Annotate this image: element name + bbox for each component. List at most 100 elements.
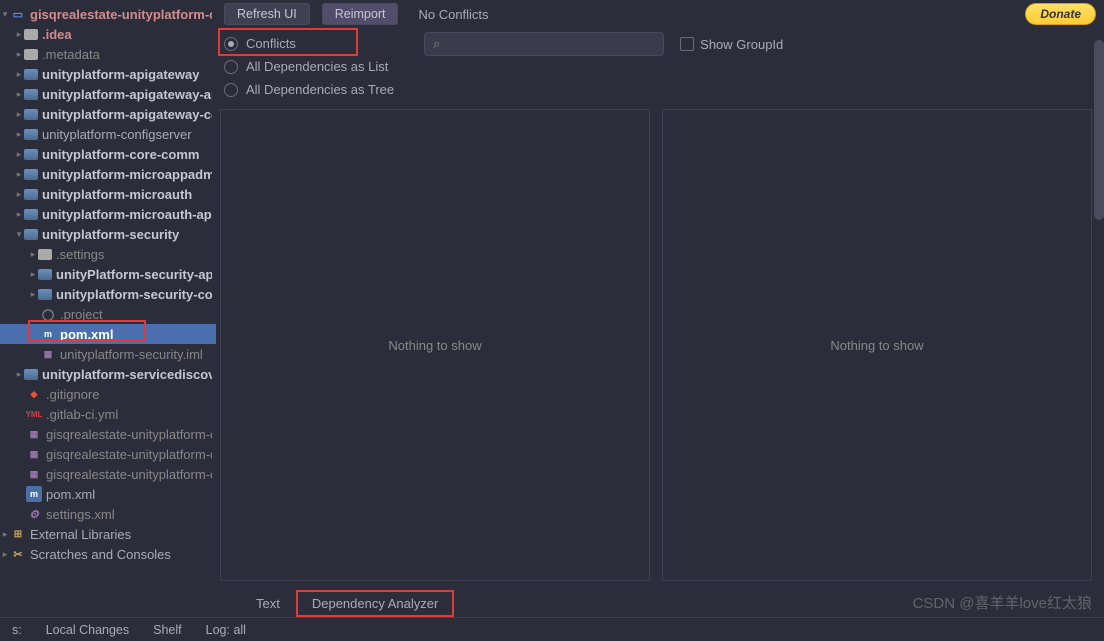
expand-icon[interactable]: ▸ <box>14 169 24 180</box>
no-conflicts-label: No Conflicts <box>418 7 488 22</box>
expand-icon[interactable]: ▸ <box>14 369 24 380</box>
tree-item[interactable]: YML .gitlab-ci.yml <box>0 404 216 424</box>
tree-item[interactable]: ▦ gisqrealestate-unityplatform-c <box>0 464 216 484</box>
filter-search-input[interactable]: ⌕ <box>424 32 664 56</box>
tree-label: .settings <box>56 247 104 262</box>
tab-dependency-analyzer[interactable]: Dependency Analyzer <box>296 590 454 617</box>
expand-icon[interactable]: ▸ <box>0 549 10 560</box>
module-folder-icon <box>24 169 38 180</box>
project-tree[interactable]: ▾ ▭ gisqrealestate-unityplatform-co ▸ .i… <box>0 0 216 617</box>
expand-icon[interactable]: ▸ <box>14 209 24 220</box>
radio-icon <box>224 60 238 74</box>
donate-button[interactable]: Donate <box>1025 3 1096 25</box>
tree-item[interactable]: ▸ unityplatform-core-comm <box>0 144 216 164</box>
tree-label: pom.xml <box>60 327 113 342</box>
expand-icon[interactable]: ▸ <box>14 89 24 100</box>
editor-area: Refresh UI Reimport No Conflicts Donate … <box>216 0 1104 617</box>
tree-label: gisqrealestate-unityplatform-c <box>46 447 212 462</box>
checkbox-label: Show GroupId <box>700 37 783 52</box>
tree-item-security[interactable]: ▾ unityplatform-security <box>0 224 216 244</box>
expand-icon[interactable]: ▾ <box>14 229 24 240</box>
module-folder-icon <box>24 89 38 100</box>
tree-item[interactable]: ▸ unityplatform-microauth <box>0 184 216 204</box>
log-tab[interactable]: Log: all <box>206 623 246 637</box>
iml-icon: ▦ <box>40 346 56 362</box>
tree-item[interactable]: ▸ unityplatform-apigateway-co <box>0 104 216 124</box>
dependency-detail-panel[interactable]: Nothing to show <box>662 109 1092 581</box>
file-icon: ◯ <box>40 306 56 322</box>
radio-dep-tree[interactable]: All Dependencies as Tree <box>224 82 394 97</box>
view-radio-group: Conflicts All Dependencies as List All D… <box>224 32 394 97</box>
tree-item[interactable]: ▦ gisqrealestate-unityplatform-c <box>0 444 216 464</box>
tree-item[interactable]: ▦ gisqrealestate-unityplatform-c <box>0 424 216 444</box>
radio-dep-list[interactable]: All Dependencies as List <box>224 59 394 74</box>
module-folder-icon <box>38 269 52 280</box>
expand-icon[interactable]: ▸ <box>14 49 24 60</box>
tree-item[interactable]: ▸ unityplatform-apigateway-ap <box>0 84 216 104</box>
tree-label: gisqrealestate-unityplatform-c <box>46 427 212 442</box>
module-folder-icon <box>38 289 52 300</box>
local-changes-tab[interactable]: Local Changes <box>46 623 129 637</box>
module-folder-icon <box>24 69 38 80</box>
tree-label: gisqrealestate-unityplatform-c <box>46 467 212 482</box>
tree-item[interactable]: ▸ unityplatform-servicediscove <box>0 364 216 384</box>
tree-item-pom[interactable]: m pom.xml <box>0 324 216 344</box>
module-folder-icon <box>24 209 38 220</box>
tree-label: unityplatform-security <box>42 227 179 242</box>
show-groupid-checkbox[interactable]: Show GroupId <box>680 37 783 52</box>
tree-label: unityplatform-configserver <box>42 127 192 142</box>
tree-label: unityplatform-servicediscove <box>42 367 212 382</box>
tree-item[interactable]: ▸ unityplatform-microappadm <box>0 164 216 184</box>
reimport-button[interactable]: Reimport <box>322 3 399 25</box>
empty-label: Nothing to show <box>830 338 923 353</box>
expand-icon[interactable]: ▸ <box>14 149 24 160</box>
dependency-list-panel[interactable]: Nothing to show <box>220 109 650 581</box>
folder-icon <box>38 249 52 260</box>
tree-item[interactable]: ▸ .idea <box>0 24 216 44</box>
tree-item[interactable]: ▸ unityplatform-apigateway <box>0 64 216 84</box>
expand-icon[interactable]: ▸ <box>14 129 24 140</box>
tree-item[interactable]: ▸ .settings <box>0 244 216 264</box>
refresh-ui-button[interactable]: Refresh UI <box>224 3 310 25</box>
tree-label: unityplatform-apigateway-ap <box>42 87 212 102</box>
expand-icon[interactable]: ▸ <box>0 529 10 540</box>
module-icon: ▭ <box>10 6 26 22</box>
expand-icon[interactable]: ▸ <box>28 249 38 260</box>
tree-root[interactable]: ▾ ▭ gisqrealestate-unityplatform-co <box>0 4 216 24</box>
tree-item[interactable]: ▸ unityPlatform-security-ap <box>0 264 216 284</box>
tree-item[interactable]: ▸ unityplatform-configserver <box>0 124 216 144</box>
tab-text[interactable]: Text <box>240 590 296 617</box>
tree-label: .gitignore <box>46 387 99 402</box>
expand-icon[interactable]: ▸ <box>14 29 24 40</box>
tree-external-libraries[interactable]: ▸ ⊞ External Libraries <box>0 524 216 544</box>
tree-item[interactable]: ▸ unityplatform-security-co <box>0 284 216 304</box>
tree-label: unityplatform-apigateway <box>42 67 199 82</box>
tree-item[interactable]: ⚙ settings.xml <box>0 504 216 524</box>
radio-label: All Dependencies as Tree <box>246 82 394 97</box>
tree-item[interactable]: ▦ unityplatform-security.iml <box>0 344 216 364</box>
radio-conflicts[interactable]: Conflicts <box>224 36 394 51</box>
tree-item[interactable]: ▸ .metadata <box>0 44 216 64</box>
tree-item[interactable]: ◆ .gitignore <box>0 384 216 404</box>
expand-icon[interactable]: ▸ <box>14 189 24 200</box>
tree-scratches[interactable]: ▸ ✂ Scratches and Consoles <box>0 544 216 564</box>
tree-label: .project <box>60 307 103 322</box>
expand-icon[interactable]: ▸ <box>28 269 38 280</box>
expand-icon[interactable]: ▸ <box>28 289 38 300</box>
shelf-tab[interactable]: Shelf <box>153 623 182 637</box>
tree-item[interactable]: m pom.xml <box>0 484 216 504</box>
tree-label: unityplatform-microappadm <box>42 167 212 182</box>
radio-icon <box>224 83 238 97</box>
expand-icon[interactable]: ▸ <box>14 69 24 80</box>
tree-item[interactable]: ▸ unityplatform-microauth-ap <box>0 204 216 224</box>
module-folder-icon <box>24 229 38 240</box>
vertical-scrollbar[interactable] <box>1094 40 1104 220</box>
expand-icon[interactable]: ▾ <box>0 9 10 20</box>
tree-item[interactable]: ◯ .project <box>0 304 216 324</box>
tree-label: .metadata <box>42 47 100 62</box>
vcs-label[interactable]: s: <box>12 623 22 637</box>
top-toolbar: Refresh UI Reimport No Conflicts Donate <box>216 0 1104 28</box>
tree-label: External Libraries <box>30 527 131 542</box>
expand-icon[interactable]: ▸ <box>14 109 24 120</box>
library-icon: ⊞ <box>10 526 26 542</box>
